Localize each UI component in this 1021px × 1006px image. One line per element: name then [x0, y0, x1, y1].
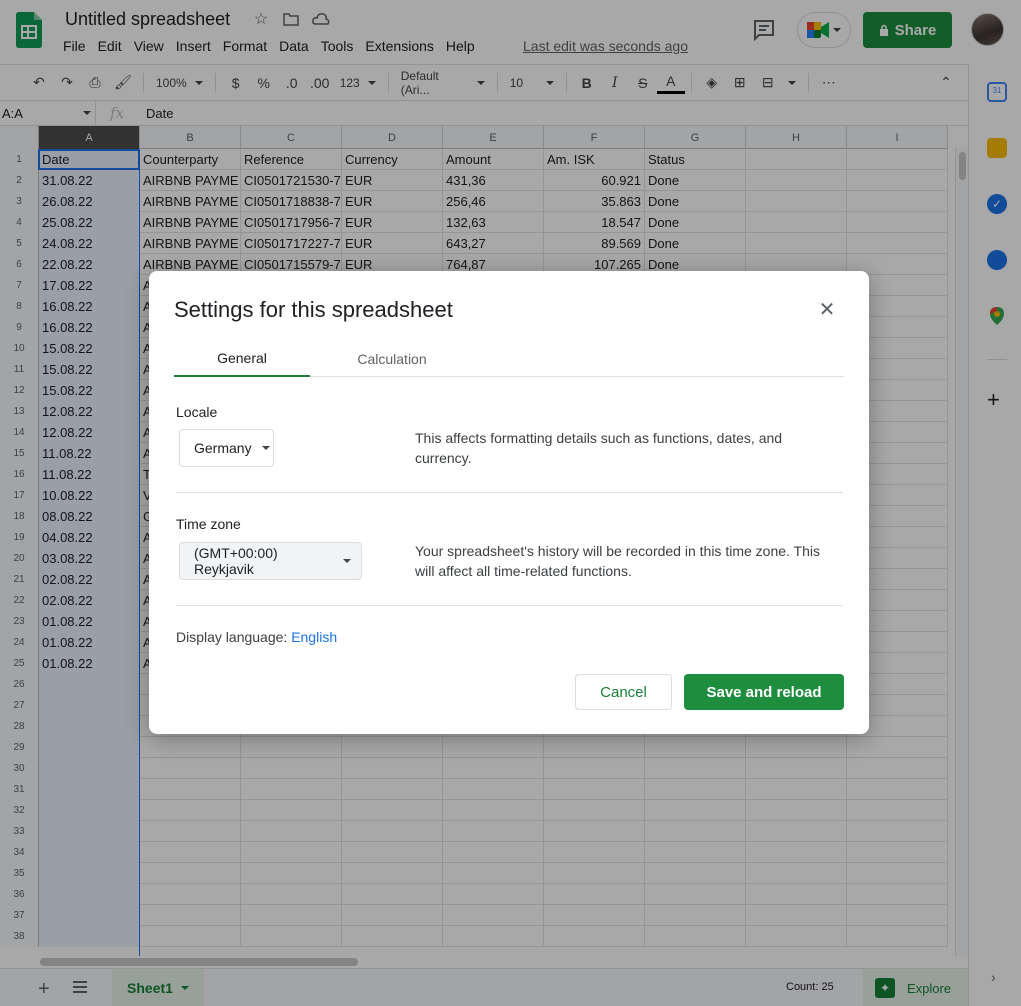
section-divider [176, 492, 843, 493]
display-language-label: Display language: [176, 629, 288, 645]
dialog-tabs: General Calculation [174, 341, 844, 377]
locale-help-text: This affects formatting details such as … [415, 430, 783, 466]
save-and-reload-button[interactable]: Save and reload [684, 674, 844, 710]
close-icon[interactable]: ✕ [817, 299, 837, 321]
dialog-title: Settings for this spreadsheet [174, 297, 453, 322]
locale-value: Germany [194, 440, 252, 456]
chevron-down-icon [261, 446, 270, 450]
timezone-label: Time zone [176, 516, 241, 532]
display-language: Display language: English [176, 629, 337, 645]
timezone-select[interactable]: (GMT+00:00) Reykjavik [179, 542, 362, 580]
display-language-link[interactable]: English [291, 629, 337, 645]
tab-general[interactable]: General [174, 341, 310, 377]
section-divider [176, 605, 843, 606]
tab-calculation[interactable]: Calculation [334, 341, 450, 377]
timezone-value: (GMT+00:00) Reykjavik [194, 545, 278, 577]
locale-label: Locale [176, 404, 218, 420]
sheets-app: Untitled spreadsheet ☆ File Edit View In… [0, 0, 1021, 1006]
timezone-help-text: Your spreadsheet's history will be recor… [415, 543, 820, 579]
cancel-button[interactable]: Cancel [575, 674, 672, 710]
settings-dialog: Settings for this spreadsheet ✕ General … [149, 271, 869, 734]
locale-select[interactable]: Germany [179, 429, 274, 467]
chevron-down-icon [343, 559, 351, 563]
